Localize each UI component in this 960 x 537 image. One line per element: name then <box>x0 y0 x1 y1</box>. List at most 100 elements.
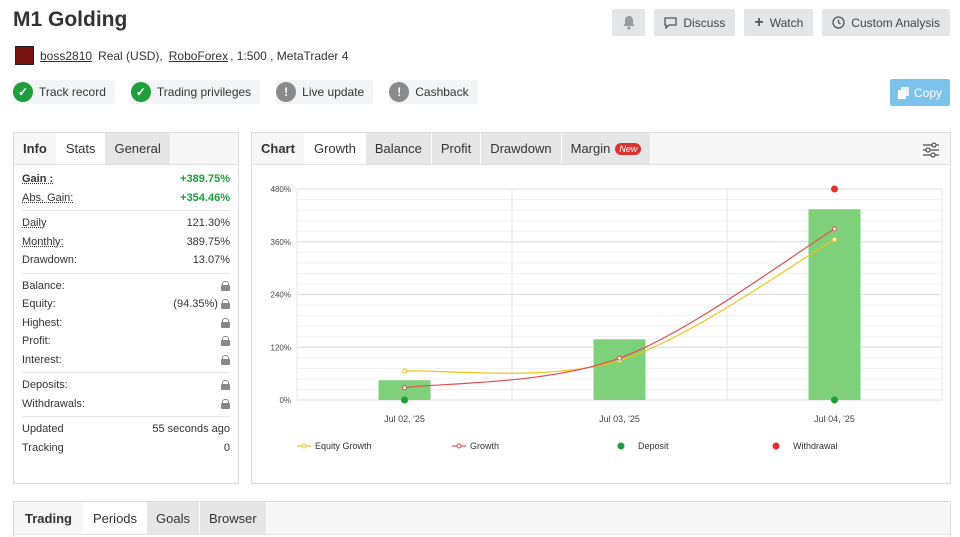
stat-profit: Profit: <box>22 332 230 351</box>
settings-sliders-icon[interactable] <box>922 141 940 159</box>
discuss-button[interactable]: Discuss <box>654 9 736 36</box>
warning-icon: ! <box>276 82 297 102</box>
plus-icon: + <box>754 13 764 31</box>
legend-marker <box>772 442 780 450</box>
tab-general[interactable]: General <box>105 133 171 164</box>
series-point <box>832 237 837 243</box>
copy-label: Copy <box>913 85 942 100</box>
stat-deposits: Deposits: <box>22 376 230 395</box>
bell-icon <box>623 16 635 30</box>
tracking-value: 0 <box>223 441 230 454</box>
badge-label: Live update <box>302 85 365 99</box>
tab-goals[interactable]: Goals <box>147 502 200 534</box>
trading-panel: Trading Periods Goals Browser <box>13 501 951 537</box>
legend-label: Growth <box>470 441 499 451</box>
marker-point <box>831 396 838 404</box>
highest-label: Highest: <box>22 316 63 329</box>
lock-icon <box>221 317 230 328</box>
divider <box>22 210 230 211</box>
stats-tabs: Info Stats General <box>14 133 238 165</box>
tab-growth[interactable]: Growth <box>304 133 366 164</box>
legend-label: Deposit <box>638 441 669 451</box>
stat-interest: Interest: <box>22 351 230 370</box>
chart-panel: Chart Growth Balance Profit Drawdown Mar… <box>251 132 951 484</box>
badge-label: Trading privileges <box>156 85 252 99</box>
y-tick-label: 0% <box>279 396 291 405</box>
gain-value: +389.75% <box>180 173 230 186</box>
stat-gain: Gain : +389.75% <box>22 170 230 189</box>
stat-abs-gain: Abs. Gain: +354.46% <box>22 189 230 208</box>
tab-stats[interactable]: Stats <box>56 133 106 164</box>
avatar[interactable] <box>15 46 34 65</box>
y-tick-label: 120% <box>271 343 291 352</box>
margin-label: Margin <box>570 141 611 156</box>
x-tick-label: Jul 04, '25 <box>814 414 855 424</box>
y-tick-label: 360% <box>271 238 291 247</box>
badge-track-record[interactable]: ✓ Track record <box>13 80 115 104</box>
chart-tabs: Chart Growth Balance Profit Drawdown Mar… <box>252 133 950 165</box>
divider <box>22 372 230 373</box>
equity-value: (94.35%) <box>173 298 218 311</box>
abs-gain-value: +354.46% <box>180 191 230 204</box>
bar <box>593 339 646 400</box>
trading-tabs: Trading Periods Goals Browser <box>14 502 950 535</box>
tab-browser[interactable]: Browser <box>200 502 267 534</box>
tab-info[interactable]: Info <box>14 133 57 164</box>
abs-gain-label[interactable]: Abs. Gain: <box>22 192 73 204</box>
series-point <box>402 368 407 374</box>
monthly-label[interactable]: Monthly: <box>22 236 64 248</box>
lock-icon <box>221 380 230 391</box>
lock-icon <box>221 336 230 347</box>
gain-label[interactable]: Gain : <box>22 173 53 185</box>
badge-live-update[interactable]: ! Live update <box>276 80 374 104</box>
legend-marker <box>456 443 462 449</box>
custom-analysis-button[interactable]: Custom Analysis <box>822 9 950 36</box>
x-tick-label: Jul 02, '25 <box>384 414 425 424</box>
stats-list: Gain : +389.75% Abs. Gain: +354.46% Daily 1… <box>14 165 238 457</box>
tab-periods[interactable]: Periods <box>83 502 148 534</box>
badges: ✓ Track record ✓ Trading privileges ! Li… <box>13 80 478 104</box>
discuss-label: Discuss <box>683 15 726 30</box>
legend-label: Equity Growth <box>315 441 372 451</box>
legend-marker <box>301 443 307 449</box>
stat-tracking: Tracking 0 <box>22 439 230 458</box>
check-icon: ✓ <box>130 82 151 102</box>
divider <box>22 416 230 417</box>
stats-panel: Info Stats General Gain : +389.75% Abs. G… <box>13 132 239 484</box>
x-tick-label: Jul 03, '25 <box>599 414 640 424</box>
lock-icon <box>221 280 230 291</box>
y-tick-label: 240% <box>271 291 291 300</box>
username-link[interactable]: boss2810 <box>40 49 92 63</box>
tab-trading[interactable]: Trading <box>14 502 84 534</box>
updated-value: 55 seconds ago <box>152 423 230 436</box>
custom-analysis-label: Custom Analysis <box>851 15 940 30</box>
tab-balance[interactable]: Balance <box>365 133 432 164</box>
watch-button[interactable]: + Watch <box>744 9 814 36</box>
equity-label: Equity: <box>22 298 56 311</box>
copy-button[interactable]: Copy <box>890 79 950 106</box>
divider <box>22 272 230 274</box>
daily-label[interactable]: Daily <box>22 217 46 229</box>
interest-label: Interest: <box>22 353 62 366</box>
new-badge: New <box>615 142 642 155</box>
notification-button[interactable] <box>612 9 646 36</box>
tab-drawdown[interactable]: Drawdown <box>481 133 562 164</box>
daily-value: 121.30% <box>186 217 230 230</box>
legend-marker <box>617 442 625 450</box>
marker-point <box>831 185 838 193</box>
badge-label: Cashback <box>415 85 469 99</box>
tab-margin[interactable]: Margin New <box>561 133 652 164</box>
tab-chart[interactable]: Chart <box>252 133 305 164</box>
broker-link[interactable]: RoboForex <box>169 49 228 63</box>
stat-drawdown: Drawdown: 13.07% <box>22 251 230 270</box>
lock-icon <box>221 398 230 409</box>
lock-icon <box>221 354 230 365</box>
stat-updated: Updated 55 seconds ago <box>22 420 230 439</box>
badge-cashback[interactable]: ! Cashback <box>389 80 478 104</box>
badge-trading-privileges[interactable]: ✓ Trading privileges <box>130 80 261 104</box>
updated-label: Updated <box>22 423 64 436</box>
tab-profit[interactable]: Profit <box>431 133 482 164</box>
series-point <box>832 226 837 232</box>
tracking-label: Tracking <box>22 441 64 454</box>
account-info: boss2810 Real (USD), RoboForex , 1:500 ,… <box>15 46 348 65</box>
